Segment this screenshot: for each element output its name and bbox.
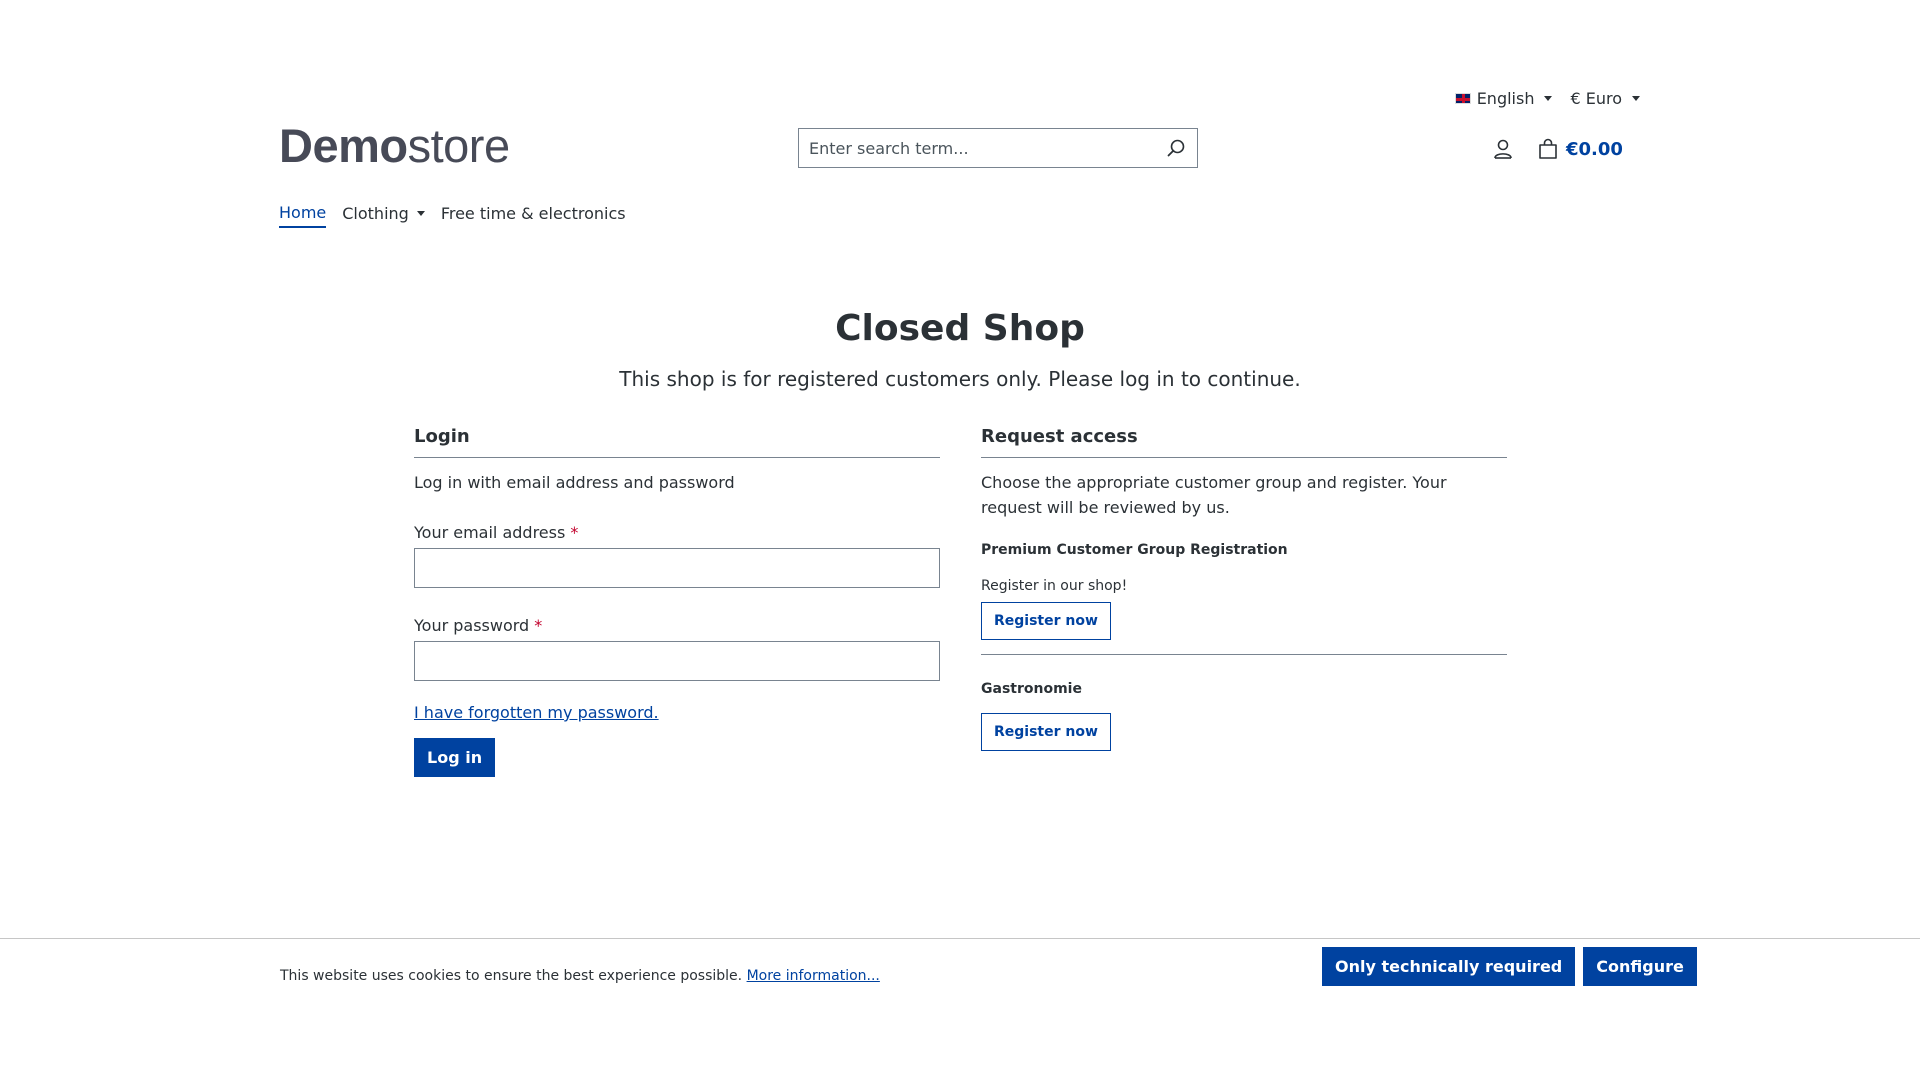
login-button[interactable]: Log in [414,738,496,777]
search-button[interactable] [1155,129,1197,167]
customer-group-premium: Premium Customer Group Registration Regi… [981,542,1507,669]
cookie-message: This website uses cookies to ensure the … [280,968,880,984]
cart-total: €0.00 [1566,138,1623,160]
configure-cookies-button[interactable]: Configure [1583,947,1697,986]
cookie-bar: This website uses cookies to ensure the … [0,938,1920,1080]
required-marker: * [534,616,543,635]
forgot-password-link[interactable]: I have forgotten my password. [414,703,659,722]
nav-item-clothing[interactable]: Clothing [342,203,425,228]
password-field[interactable] [414,641,940,681]
cookie-actions: Only technically required Configure [1322,947,1697,986]
nav-item-free-time-electronics[interactable]: Free time & electronics [441,203,626,228]
group-title: Premium Customer Group Registration [981,542,1288,558]
main-nav: Home Clothing Free time & electronics [279,203,626,228]
customer-group-gastronomie: Gastronomie Register now [981,681,1507,765]
chevron-down-icon [416,211,425,216]
logo-bold-text: Demo [279,119,408,172]
chevron-down-icon [1632,96,1640,101]
request-access-lead: Choose the appropriate customer group an… [981,473,1447,517]
logo-light-text: store [407,119,511,172]
page-subtitle: This shop is for registered customers on… [619,367,1301,391]
uk-flag-icon [1454,93,1471,104]
account-button[interactable] [1488,134,1518,164]
login-heading: Login [414,426,940,458]
required-marker: * [570,523,579,542]
search-box [798,128,1198,168]
nav-item-home[interactable]: Home [279,203,327,228]
user-icon [1494,139,1512,159]
email-field[interactable] [414,548,940,588]
password-label-text: Your password [414,616,530,635]
group-description: Register in our shop! [981,578,1128,594]
currency-label: € Euro [1570,89,1622,108]
password-label: Your password * [414,616,940,635]
search-input[interactable] [799,129,1155,167]
language-label: English [1476,89,1535,108]
register-premium-button[interactable]: Register now [981,602,1111,640]
email-label: Your email address * [414,523,940,542]
logo[interactable]: Demostore [279,118,510,173]
email-label-text: Your email address [414,523,566,542]
currency-switcher[interactable]: € Euro [1570,89,1640,108]
cookie-more-info-link[interactable]: More information... [747,968,880,984]
page-title: Closed Shop [835,308,1085,349]
login-section: Login Log in with email address and pass… [414,426,940,777]
header-actions: €0.00 [1488,134,1623,164]
search-icon [1167,139,1185,157]
shopping-bag-icon [1539,138,1557,159]
request-access-section: Request access Choose the appropriate cu… [981,426,1507,765]
only-technical-button[interactable]: Only technically required [1322,947,1576,986]
language-switcher[interactable]: English [1454,89,1553,108]
cookie-text: This website uses cookies to ensure the … [280,968,743,984]
nav-item-label: Clothing [342,204,409,223]
chevron-down-icon [1544,96,1553,101]
top-bar: English € Euro [1454,89,1640,108]
divider [981,654,1507,655]
login-lead: Log in with email address and password [414,473,735,492]
request-access-heading: Request access [981,426,1507,458]
register-gastronomie-button[interactable]: Register now [981,713,1111,751]
cart-button[interactable]: €0.00 [1536,134,1623,164]
group-title: Gastronomie [981,681,1082,697]
